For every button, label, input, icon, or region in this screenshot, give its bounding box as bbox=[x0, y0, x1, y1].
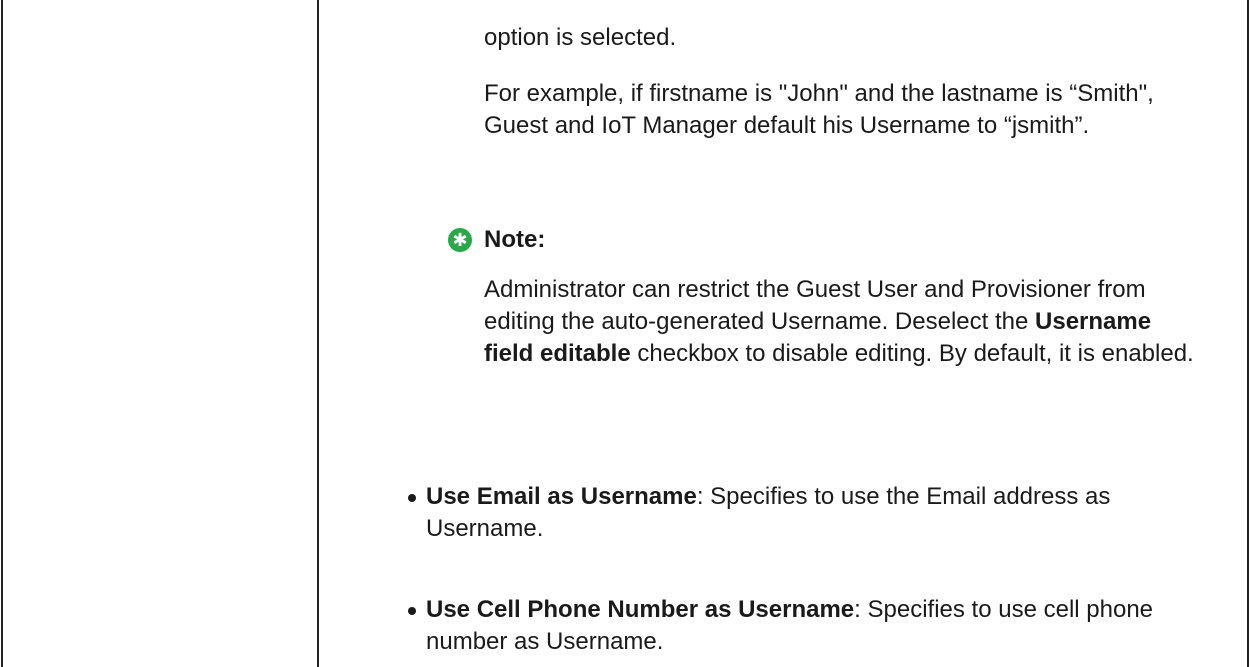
note-body: Administrator can restrict the Guest Use… bbox=[484, 274, 1204, 370]
example-paragraph: For example, if firstname is "John" and … bbox=[484, 80, 1154, 139]
bullet-icon bbox=[408, 607, 416, 615]
bullet-icon bbox=[408, 494, 416, 502]
list-item: Use Cell Phone Number as Username: Speci… bbox=[408, 594, 1208, 658]
table-left-border bbox=[1, 0, 3, 667]
description-cell: option is selected. For example, if firs… bbox=[320, 0, 1246, 667]
note-text-part: checkbox to disable editing. By default,… bbox=[630, 340, 1194, 367]
list-item: Use Email as Username: Specifies to use … bbox=[408, 481, 1208, 545]
note-star-icon: ✱ bbox=[448, 228, 472, 252]
table-column-divider bbox=[317, 0, 319, 667]
list-item-term: Use Cell Phone Number as Username bbox=[426, 596, 855, 623]
table-right-border bbox=[1247, 0, 1249, 667]
list-item-text: Use Cell Phone Number as Username: Speci… bbox=[426, 594, 1208, 658]
document-table: option is selected. For example, if firs… bbox=[0, 0, 1250, 667]
note-label: Note: bbox=[484, 226, 546, 253]
list-item-text: Use Email as Username: Specifies to use … bbox=[426, 481, 1208, 545]
list-item-term: Use Email as Username bbox=[426, 483, 697, 510]
continued-text: option is selected. bbox=[484, 24, 677, 51]
note-header: ✱ Note: bbox=[448, 224, 545, 256]
